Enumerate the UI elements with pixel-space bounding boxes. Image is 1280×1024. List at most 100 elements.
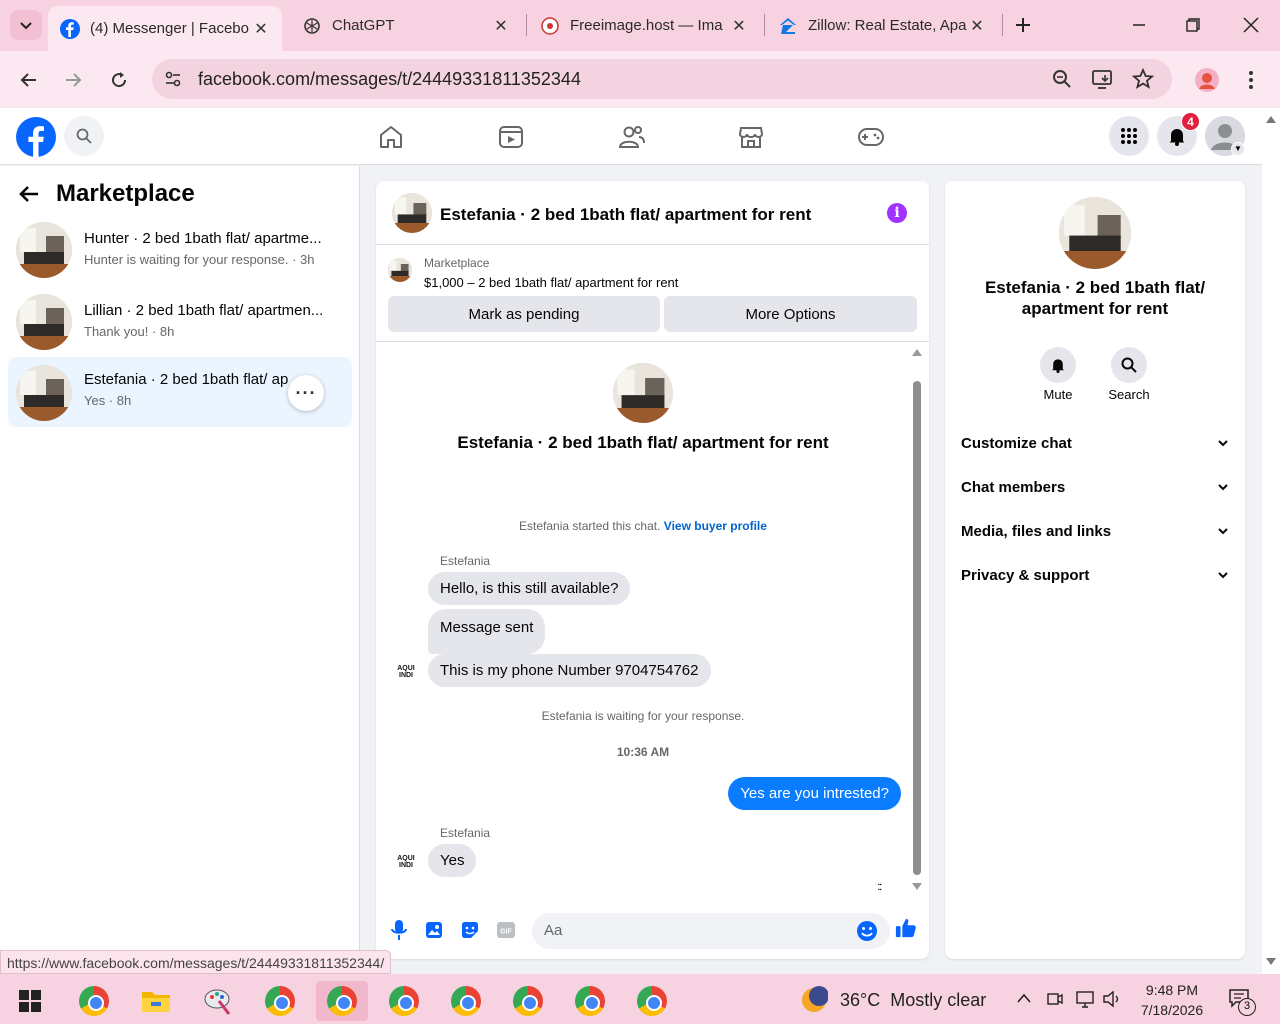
taskbar-file-explorer[interactable] <box>130 981 182 1021</box>
browser-menu-button[interactable] <box>1236 65 1266 95</box>
back-arrow-icon[interactable] <box>18 184 40 204</box>
message-bubble[interactable]: Yes <box>428 844 477 877</box>
conversation-options-button[interactable]: ··· <box>288 375 324 411</box>
weather-widget[interactable]: 36°C Mostly clear <box>800 986 986 1014</box>
system-clock[interactable]: 9:48 PM 7/18/2026 <box>1130 980 1214 1020</box>
profile-avatar[interactable] <box>613 363 673 423</box>
scrollbar-thumb[interactable] <box>913 381 921 875</box>
chat-scrollbar[interactable] <box>912 349 922 890</box>
chevron-down-icon <box>1218 484 1228 491</box>
taskbar-chrome-profile[interactable] <box>626 981 678 1021</box>
start-button[interactable] <box>4 981 56 1021</box>
message-thread[interactable]: Estefania · 2 bed 1bath flat/ apartment … <box>376 343 929 899</box>
taskbar-chrome-active[interactable] <box>316 981 368 1021</box>
listing-thumbnail[interactable] <box>388 258 412 282</box>
listing-title[interactable]: $1,000 – 2 bed 1bath flat/ apartment for… <box>424 275 678 290</box>
reload-button[interactable] <box>104 65 134 95</box>
menu-button[interactable] <box>1109 116 1149 156</box>
svg-text:GIF: GIF <box>500 929 512 936</box>
scroll-down-arrow-icon[interactable] <box>912 883 922 890</box>
taskbar-chrome-profile[interactable] <box>502 981 554 1021</box>
details-avatar[interactable] <box>1059 197 1131 269</box>
tab-freeimage[interactable]: Freeimage.host — Ima ✕ <box>528 0 760 51</box>
profile-button[interactable] <box>1192 65 1222 95</box>
attach-photo-button[interactable] <box>423 919 445 941</box>
tab-zillow[interactable]: Zillow: Real Estate, Apa ✕ <box>766 0 998 51</box>
taskbar-chrome-app[interactable] <box>68 981 120 1021</box>
my-message-bubble[interactable]: Yes are you intrested? <box>728 777 901 810</box>
message-input[interactable]: Aa <box>532 913 890 949</box>
nav-video[interactable] <box>496 122 526 152</box>
forward-button[interactable] <box>58 65 88 95</box>
tab-chatgpt[interactable]: ChatGPT ✕ <box>290 0 522 51</box>
conversation-item[interactable]: Hunter · 2 bed 1bath flat/ apartme... Hu… <box>8 216 352 286</box>
conversation-item[interactable]: Lillian · 2 bed 1bath flat/ apartmen... … <box>8 288 352 358</box>
microphone-icon <box>391 920 407 940</box>
volume-icon[interactable] <box>1102 990 1124 1008</box>
view-buyer-profile-link[interactable]: View buyer profile <box>664 519 767 533</box>
scroll-up-arrow-icon[interactable] <box>912 349 922 356</box>
taskbar-chrome-profile[interactable] <box>564 981 616 1021</box>
message-bubble[interactable]: Message sent <box>428 609 546 654</box>
close-tab-icon[interactable]: ✕ <box>730 16 748 36</box>
search-in-chat-button[interactable]: Search <box>1099 347 1159 402</box>
notification-center-button[interactable]: 3 <box>1228 988 1256 1016</box>
nav-marketplace[interactable] <box>736 122 766 152</box>
section-media-files-links[interactable]: Media, files and links <box>961 511 1229 551</box>
chat-title[interactable]: Estefania · 2 bed 1bath flat/ apartment … <box>440 205 811 225</box>
mark-as-pending-button[interactable]: Mark as pending <box>388 296 660 332</box>
gif-button[interactable]: GIF <box>495 919 517 941</box>
page-scrollbar[interactable] <box>1262 108 1280 974</box>
taskbar-paint-app[interactable] <box>192 981 244 1021</box>
voice-clip-button[interactable] <box>388 919 410 941</box>
network-icon[interactable] <box>1074 990 1096 1008</box>
back-button[interactable] <box>14 65 44 95</box>
camera-icon[interactable] <box>1046 990 1064 1008</box>
facebook-logo-icon[interactable] <box>16 117 56 157</box>
scroll-up-arrow-icon[interactable] <box>1266 116 1276 123</box>
nav-friends[interactable] <box>616 122 646 152</box>
weather-condition: Mostly clear <box>890 989 987 1010</box>
bookmark-star-icon[interactable] <box>1132 68 1154 90</box>
zoom-icon[interactable] <box>1052 69 1072 89</box>
more-options-button[interactable]: More Options <box>664 296 917 332</box>
message-bubble[interactable]: Hello, is this still available? <box>428 572 631 605</box>
close-tab-icon[interactable]: ✕ <box>492 16 510 36</box>
section-customize-chat[interactable]: Customize chat <box>961 423 1229 463</box>
close-window-button[interactable] <box>1236 10 1266 40</box>
search-icon <box>1111 347 1147 383</box>
chevron-up-icon[interactable] <box>1016 992 1032 1004</box>
info-icon[interactable]: i <box>887 203 907 223</box>
section-chat-members[interactable]: Chat members <box>961 467 1229 507</box>
tab-label: ChatGPT <box>332 17 395 34</box>
install-app-icon[interactable] <box>1092 69 1114 89</box>
nav-gaming[interactable] <box>856 122 886 152</box>
mute-button[interactable]: Mute <box>1028 347 1088 402</box>
close-tab-icon[interactable]: ✕ <box>252 19 270 39</box>
paint-icon <box>204 989 231 1015</box>
site-settings-icon[interactable] <box>164 70 182 88</box>
sticker-button[interactable] <box>459 919 481 941</box>
facebook-search-button[interactable] <box>64 116 104 156</box>
notifications-button[interactable]: 4 <box>1157 112 1200 156</box>
like-button[interactable] <box>895 917 917 939</box>
browser-toolbar: facebook.com/messages/t/2444933181135234… <box>0 51 1280 108</box>
emoji-icon[interactable] <box>856 920 878 942</box>
close-tab-icon[interactable]: ✕ <box>968 16 986 36</box>
chat-avatar[interactable] <box>392 193 432 233</box>
taskbar-chrome-profile[interactable] <box>440 981 492 1021</box>
tab-messenger[interactable]: (4) Messenger | Facebo ✕ <box>48 6 282 51</box>
new-tab-button[interactable] <box>1008 10 1038 40</box>
taskbar-chrome-profile[interactable] <box>254 981 306 1021</box>
nav-home[interactable] <box>376 122 406 152</box>
tab-search-button[interactable] <box>10 10 42 40</box>
address-bar[interactable]: facebook.com/messages/t/2444933181135234… <box>152 59 1172 99</box>
message-bubble[interactable]: This is my phone Number 9704754762 <box>428 654 711 687</box>
scroll-down-arrow-icon[interactable] <box>1266 958 1276 965</box>
restore-window-button[interactable] <box>1178 10 1208 40</box>
conversation-item-selected[interactable]: Estefania · 2 bed 1bath flat/ ap Yes · 8… <box>8 357 352 427</box>
account-button[interactable]: ▼ <box>1205 116 1245 156</box>
section-privacy-support[interactable]: Privacy & support <box>961 555 1229 595</box>
minimize-window-button[interactable] <box>1124 10 1154 40</box>
taskbar-chrome-profile[interactable] <box>378 981 430 1021</box>
